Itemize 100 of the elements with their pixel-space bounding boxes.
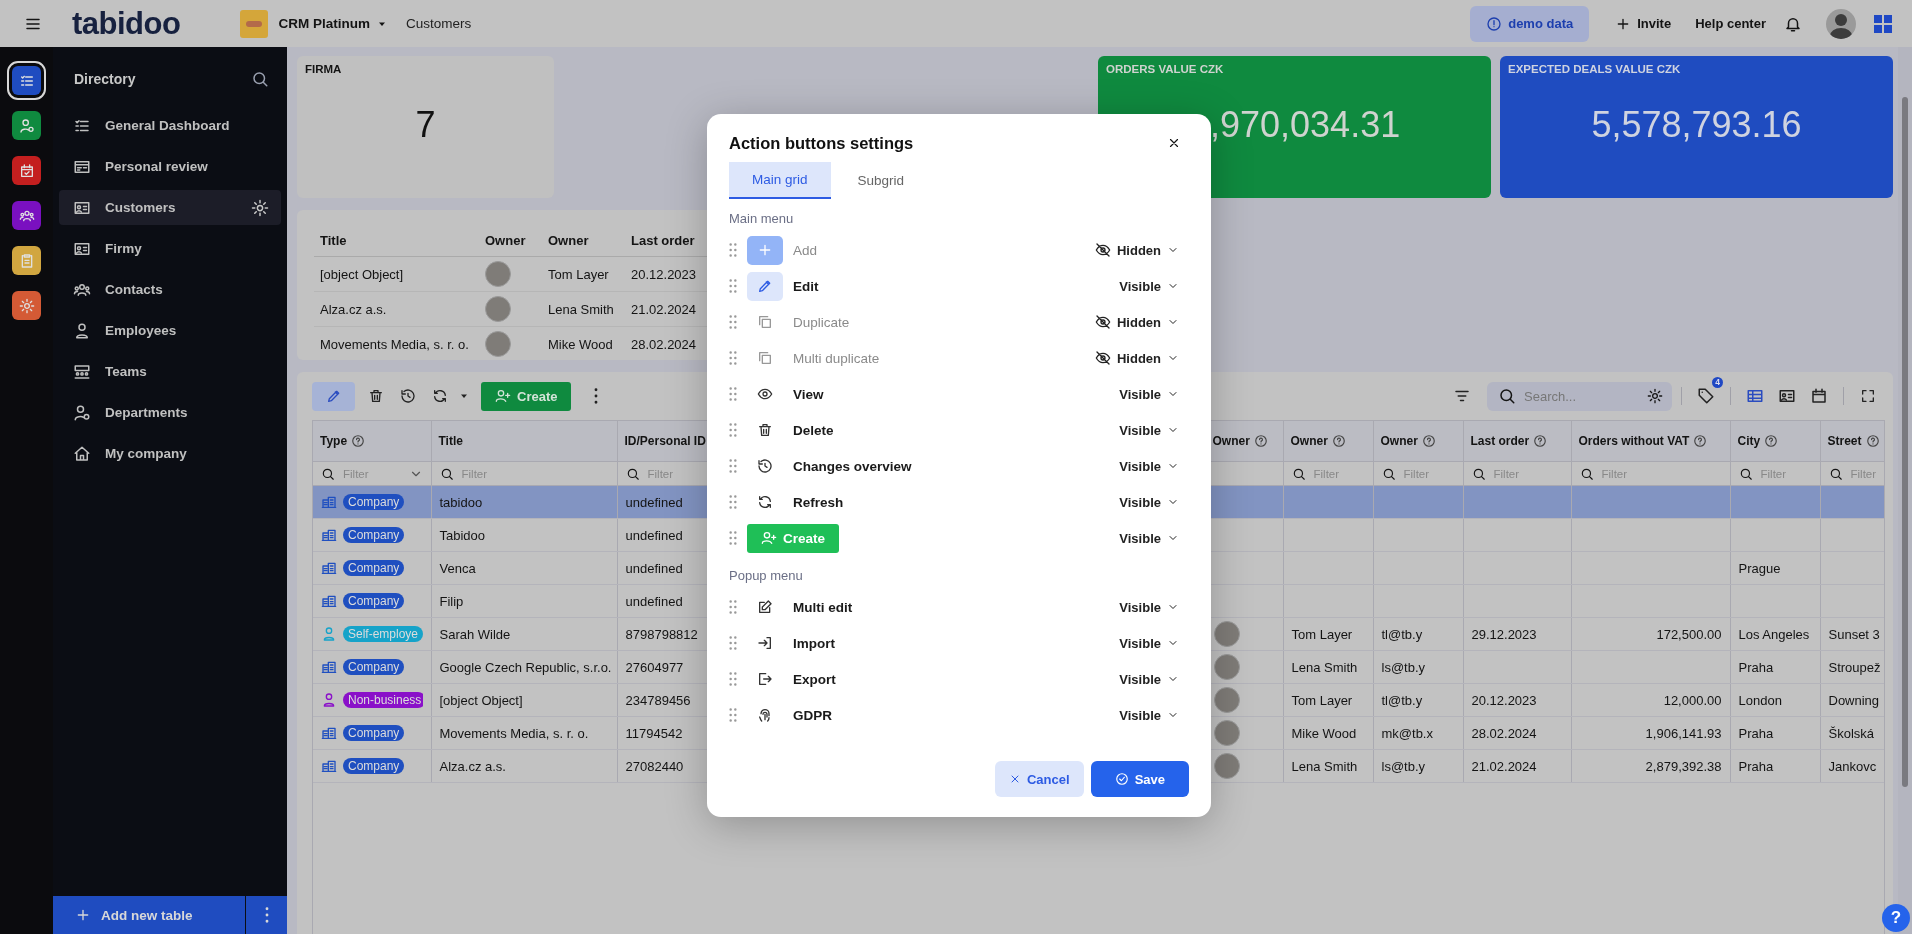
count-badge: 4	[1712, 376, 1723, 388]
tab[interactable]: Subgrid	[834, 162, 928, 199]
column-header[interactable]: Owner	[1283, 421, 1373, 462]
filter-field[interactable]: Filter	[1760, 467, 1812, 480]
invite-button[interactable]: Invite	[1603, 5, 1684, 42]
help-icon	[1865, 434, 1880, 448]
search-icon	[439, 466, 454, 481]
filter-field[interactable]: Filter	[1493, 467, 1563, 480]
module-button[interactable]	[12, 111, 41, 140]
sidebar-item[interactable]: General Dashboard	[59, 108, 281, 143]
sidebar-item[interactable]: Customers	[59, 190, 281, 225]
visibility-dropdown[interactable]: Hidden	[1094, 350, 1179, 366]
column-header[interactable]: Last order	[1463, 421, 1571, 462]
more-button[interactable]	[245, 896, 287, 934]
close-icon	[1009, 773, 1021, 785]
table-cell: [object Object]	[314, 256, 479, 292]
sidebar-item[interactable]: Firmy	[59, 231, 281, 266]
column-header[interactable]: ID/Personal ID	[617, 421, 708, 462]
table-cell: 1,906,141.93	[1571, 716, 1730, 750]
refresh-icon	[432, 388, 448, 404]
module-button[interactable]	[12, 246, 41, 275]
type-badge: Company	[343, 527, 405, 543]
sidebar-item[interactable]: My company	[59, 436, 281, 471]
plus-icon	[75, 907, 91, 923]
table-icon	[1746, 387, 1764, 405]
search-icon	[625, 466, 640, 481]
help-center-link[interactable]: Help center	[1683, 5, 1778, 42]
column-title: City	[1737, 434, 1761, 448]
profile-avatar[interactable]	[1826, 8, 1856, 39]
column-title: Owner	[479, 224, 542, 257]
edit-button[interactable]	[312, 381, 355, 411]
visibility-dropdown[interactable]: Hidden	[1094, 242, 1179, 258]
visibility-dropdown[interactable]: Visible	[1119, 530, 1179, 546]
breadcrumb[interactable]: Customers	[405, 16, 472, 31]
column-header[interactable]: Title	[431, 421, 617, 462]
visibility-dropdown[interactable]: Visible	[1119, 278, 1179, 294]
refresh-icon	[757, 494, 773, 510]
filter-field[interactable]: Filter	[1403, 467, 1455, 480]
column-header[interactable]: Street	[1820, 421, 1884, 462]
drag-handle-icon	[729, 459, 737, 473]
visibility-dropdown[interactable]: Visible	[1119, 386, 1179, 402]
drag-handle-icon	[729, 531, 737, 545]
module-button[interactable]	[12, 156, 41, 185]
table-cell: 29.12.2023	[1463, 617, 1571, 651]
column-header[interactable]: Owner	[1373, 421, 1463, 462]
visibility-dropdown[interactable]: Visible	[1119, 422, 1179, 438]
visibility-dropdown[interactable]: Visible	[1119, 671, 1179, 687]
action-label: Duplicate	[793, 314, 850, 330]
eye-off-icon	[1094, 314, 1111, 330]
column-title: Owner	[542, 224, 625, 257]
action-label: Multi edit	[793, 599, 853, 615]
visibility-dropdown[interactable]: Hidden	[1094, 314, 1179, 330]
search-icon	[321, 466, 335, 481]
info-icon	[1486, 15, 1503, 32]
table-cell: Praha	[1730, 650, 1820, 684]
type-badge: Company	[343, 758, 405, 774]
table-cell: Tom Layer	[1283, 683, 1373, 717]
sidebar-item[interactable]: Personal review	[59, 149, 281, 184]
filter-field[interactable]: Filter	[461, 467, 609, 480]
table-cell: Lena Smith	[1283, 749, 1373, 783]
app-switcher[interactable]: CRM Platinum	[278, 16, 388, 31]
visibility-dropdown[interactable]: Visible	[1119, 635, 1179, 651]
id-card-icon	[1778, 387, 1796, 405]
column-header[interactable]: Orders without VAT	[1571, 421, 1730, 462]
visibility-dropdown[interactable]: Visible	[1119, 458, 1179, 474]
module-button[interactable]	[12, 201, 41, 230]
logo[interactable]: tabidoo	[72, 5, 181, 42]
sidebar-item[interactable]: Teams	[59, 354, 281, 389]
table-cell: Movements Media, s. r. o.	[314, 326, 479, 360]
visibility-dropdown[interactable]: Visible	[1119, 599, 1179, 615]
cancel-button[interactable]: Cancel	[995, 761, 1084, 797]
column-header[interactable]: City	[1730, 421, 1820, 462]
filter-field[interactable]: Filter	[647, 467, 700, 480]
filter-field[interactable]: Filter	[1313, 467, 1365, 480]
column-header[interactable]: Type	[313, 421, 431, 462]
fingerprint-icon	[757, 707, 773, 723]
teams-icon	[73, 362, 91, 381]
demo-data-button[interactable]: demo data	[1470, 5, 1590, 42]
visibility-dropdown[interactable]: Visible	[1119, 494, 1179, 510]
sidebar-item[interactable]: Contacts	[59, 272, 281, 307]
table-cell: [object Object]	[431, 683, 617, 717]
action-label: Import	[793, 635, 835, 651]
add-table-button[interactable]: Add new table	[53, 896, 245, 934]
module-button[interactable]	[12, 291, 41, 320]
save-button[interactable]: Save	[1090, 761, 1189, 797]
tab[interactable]: Main grid	[729, 162, 831, 199]
filter-field[interactable]: Filter	[343, 467, 401, 480]
table-cell: Sarah Wilde	[431, 617, 617, 651]
sidebar-item[interactable]: Departments	[59, 395, 281, 430]
sidebar-item[interactable]: Employees	[59, 313, 281, 348]
filter-field[interactable]: Filter	[1601, 467, 1722, 480]
building-icon	[321, 593, 337, 609]
search-field[interactable]: Search...	[1487, 381, 1672, 411]
scrollbar[interactable]	[1898, 47, 1912, 934]
column-title: ID/Personal ID	[624, 434, 706, 448]
table-cell: undefined	[617, 485, 708, 519]
drag-handle-icon	[729, 351, 737, 365]
table-cell: 20.12.2023	[1463, 683, 1571, 717]
filter-field[interactable]: Filter	[1850, 467, 1876, 480]
stat-value: 7	[415, 104, 436, 146]
